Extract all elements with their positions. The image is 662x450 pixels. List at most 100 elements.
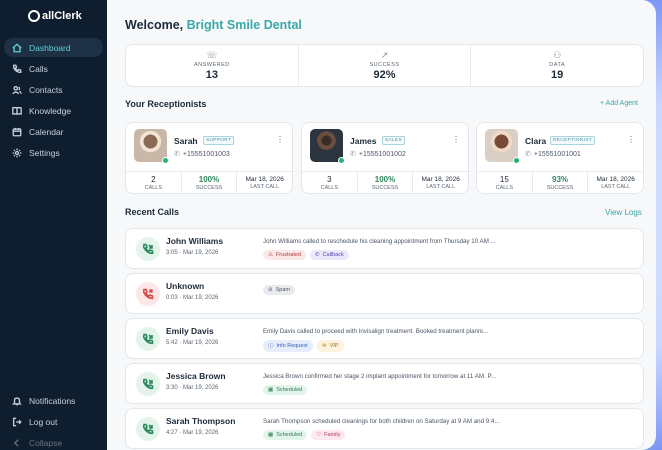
metric-label: CALLS [144, 185, 163, 191]
metric-value: Mar 18, 2026 [596, 176, 635, 183]
sidebar-item-collapse[interactable]: Collapse [4, 433, 103, 450]
agent-card-james[interactable]: James SALES ✆ +15551001002 ⋮ 3 CALLS 100% S… [301, 122, 469, 194]
metric-value: 100% [374, 175, 396, 184]
sidebar-item-settings[interactable]: Settings [4, 143, 103, 162]
call-date: Mar 19, 2026 [183, 340, 219, 346]
call-meta: 4:27 · Mar 19, 2026 [166, 430, 219, 436]
call-row[interactable]: Jessica Brown 3:30 · Mar 19, 2026 Jessic… [125, 363, 644, 404]
metric-value: Mar 18, 2026 [421, 176, 460, 183]
view-logs-link[interactable]: View Logs [605, 208, 642, 217]
call-summary: John Williams called to reschedule his c… [263, 238, 496, 245]
metric-label: SUCCESS [546, 185, 574, 191]
heart-icon: ♡ [316, 432, 322, 438]
tag-label: Callback [322, 252, 344, 258]
online-status-dot [513, 157, 520, 164]
metric-label: SUCCESS [195, 185, 223, 191]
tag-label: Scheduled [276, 432, 303, 438]
home-icon [12, 42, 22, 52]
book-icon [12, 106, 22, 115]
metric-calls: 3 CALLS [302, 172, 357, 194]
caller-name: Unknown [166, 281, 205, 291]
logout-icon [13, 417, 22, 426]
tag-frustrated: ⚠ Frustrated [263, 250, 307, 260]
caller-name: John Williams [166, 236, 224, 246]
welcome-text: Welcome, [125, 18, 187, 32]
call-meta: 3:05 · Mar 19, 2026 [166, 250, 219, 256]
agent-name: Sarah [174, 136, 198, 146]
call-duration: 4:27 [166, 430, 178, 436]
logo[interactable]: allClerk [28, 10, 82, 22]
sidebar-item-calendar[interactable]: Calendar [4, 122, 103, 141]
metric-success: 100% SUCCESS [356, 172, 413, 194]
call-date: Mar 19, 2026 [183, 430, 219, 436]
bell-icon [12, 396, 22, 405]
call-duration: 5:42 [166, 340, 178, 346]
tag-scheduled: ▦ Scheduled [263, 430, 308, 440]
metric-label: LAST CALL [426, 184, 456, 190]
agent-metrics: 15 CALLS 93% SUCCESS Mar 18, 2026 LAST CALL [477, 171, 643, 194]
page-title: Welcome, Bright Smile Dental [125, 18, 302, 32]
sidebar-item-contacts[interactable]: Contacts [4, 80, 103, 99]
metric-value: Mar 18, 2026 [245, 176, 284, 183]
stat-value: 19 [551, 69, 564, 81]
add-agent-button[interactable]: + Add Agent [600, 100, 638, 107]
metric-last-call: Mar 18, 2026 LAST CALL [412, 172, 468, 194]
metric-value: 15 [499, 175, 509, 184]
metric-success: 93% SUCCESS [531, 172, 588, 194]
more-options-icon[interactable]: ⋮ [276, 135, 284, 144]
sidebar-item-knowledge[interactable]: Knowledge [4, 101, 103, 120]
business-name: Bright Smile Dental [186, 18, 302, 32]
phone-icon: ✆ [525, 151, 531, 158]
sidebar-item-dashboard[interactable]: Dashboard [4, 38, 103, 57]
metric-label: CALLS [495, 185, 514, 191]
stats-card: ☏ ANSWERED 13 ↗ SUCCESS 92% ⚇ DATA 19 [125, 44, 644, 87]
collapse-icon [13, 438, 19, 447]
call-meta: 3:30 · Mar 19, 2026 [166, 385, 219, 391]
sidebar-item-calls[interactable]: Calls [4, 59, 103, 78]
metric-last-call: Mar 18, 2026 LAST CALL [587, 172, 643, 194]
stat-label: ANSWERED [193, 62, 230, 68]
call-summary: Sarah Thompson scheduled cleanings for b… [263, 418, 500, 425]
call-tags: ⓘ Info Request ♔ VIP [263, 340, 344, 352]
phone-incoming-icon: ☏ [206, 50, 218, 60]
metric-label: SUCCESS [371, 185, 399, 191]
sidebar-item-notifications[interactable]: Notifications [4, 391, 103, 410]
call-meta: 5:42 · Mar 19, 2026 [166, 340, 219, 346]
tag-info-request: ⓘ Info Request [263, 340, 313, 352]
sidebar-item-label: Dashboard [29, 42, 71, 53]
stat-label: DATA [549, 62, 566, 68]
call-row[interactable]: John Williams 3:05 · Mar 19, 2026 John W… [125, 228, 644, 269]
tag-scheduled: ▦ Scheduled [263, 385, 308, 395]
more-options-icon[interactable]: ⋮ [452, 135, 460, 144]
tag-label: Family [324, 432, 341, 438]
more-options-icon[interactable]: ⋮ [627, 135, 635, 144]
call-row[interactable]: Emily Davis 5:42 · Mar 19, 2026 Emily Da… [125, 318, 644, 359]
stat-success: ↗ SUCCESS 92% [297, 45, 471, 86]
call-meta: 0:03 · Mar 19, 2026 [166, 295, 219, 301]
phone-icon: ✆ [174, 151, 180, 158]
call-duration: 0:03 [166, 295, 178, 301]
sidebar-nav: Dashboard Calls Contacts Knowledge Calen… [4, 38, 103, 164]
call-row[interactable]: Unknown 0:03 · Mar 19, 2026 ⊘ Spam [125, 273, 644, 314]
agent-card-clara[interactable]: Clara RECEPTIONIST ✆ +15551001001 ⋮ 15 CAL… [476, 122, 644, 194]
info-icon: ⓘ [268, 344, 274, 350]
recent-calls-title: Recent Calls [125, 207, 180, 217]
caller-name: Jessica Brown [166, 371, 226, 381]
call-summary: Jessica Brown confirmed her stage 2 impl… [263, 373, 496, 380]
sidebar-item-logout[interactable]: Log out [4, 412, 103, 431]
sidebar-item-label: Settings [29, 147, 60, 158]
call-row[interactable]: Sarah Thompson 4:27 · Mar 19, 2026 Sarah… [125, 408, 644, 449]
gear-icon [12, 148, 22, 157]
metric-value: 3 [327, 175, 332, 184]
metric-calls: 2 CALLS [126, 172, 181, 194]
tag-label: VIP [329, 343, 339, 349]
metric-label: LAST CALL [601, 184, 631, 190]
agent-card-sarah[interactable]: Sarah SUPPORT ✆ +15551001003 ⋮ 2 CALLS 100… [125, 122, 293, 194]
role-badge: SALES [382, 136, 405, 145]
receptionists-title: Your Receptionists [125, 99, 207, 109]
users-icon [12, 85, 22, 94]
phone-icon [13, 64, 22, 73]
tag-callback: ✆ Callback [310, 250, 349, 260]
trend-up-icon: ↗ [380, 50, 389, 60]
agent-phone-number: +15551001001 [533, 151, 581, 158]
